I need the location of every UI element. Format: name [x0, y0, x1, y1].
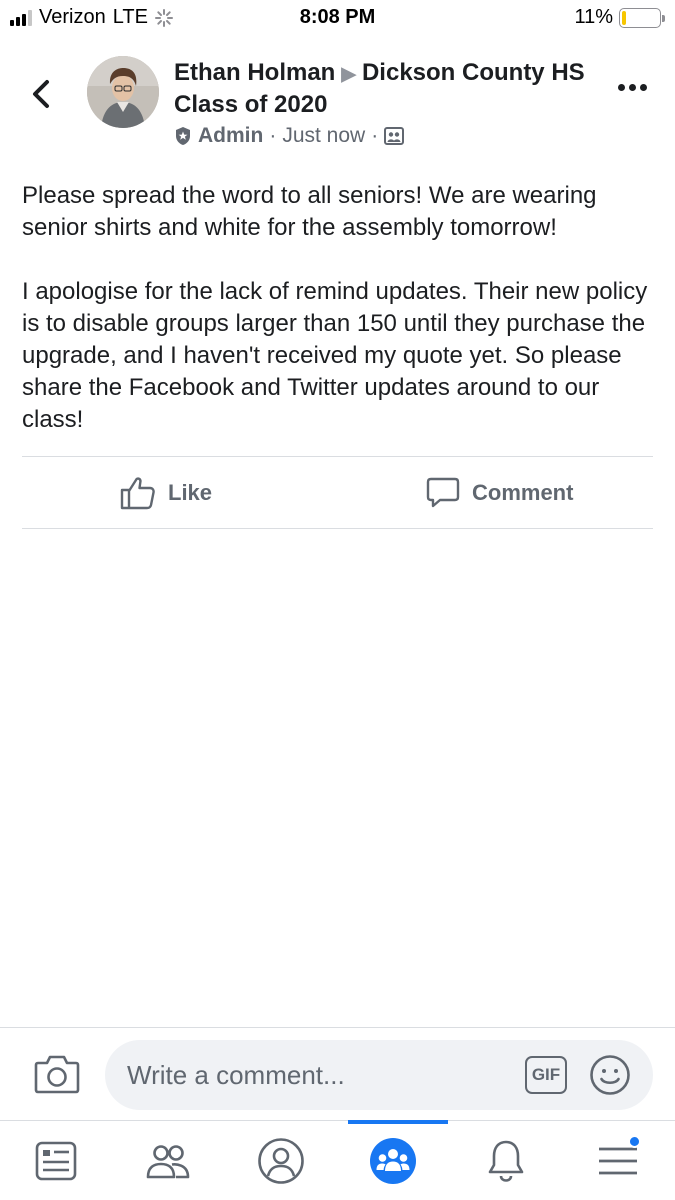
status-right: 11% — [574, 6, 665, 29]
battery-fill — [622, 10, 626, 25]
groups-icon — [370, 1138, 416, 1184]
battery-icon — [619, 7, 665, 28]
more-options-button[interactable] — [618, 84, 647, 91]
comment-placeholder: Write a comment... — [127, 1060, 345, 1090]
arrow-right-icon: ▶ — [341, 64, 356, 85]
post-meta: Admin · Just now · — [174, 124, 405, 148]
smiley-icon — [590, 1055, 630, 1095]
avatar[interactable] — [87, 56, 159, 128]
author-photo — [87, 56, 159, 128]
meta-separator-2: · — [371, 124, 379, 147]
tab-news-feed[interactable] — [11, 1121, 101, 1200]
tab-menu[interactable] — [573, 1121, 663, 1200]
battery-percent: 11% — [574, 6, 613, 28]
comment-button[interactable]: Comment — [426, 457, 573, 529]
comment-composer: Write a comment... GIF — [0, 1027, 675, 1120]
camera-button[interactable] — [34, 1054, 80, 1099]
like-button[interactable]: Like — [120, 457, 212, 529]
comment-input[interactable]: Write a comment... GIF — [105, 1040, 653, 1110]
status-bar: Verizon LTE 8:08 PM 11% — [0, 0, 675, 38]
emoji-button[interactable] — [589, 1054, 631, 1101]
group-audience-icon — [384, 127, 405, 145]
meta-separator: · — [269, 124, 277, 147]
comment-label: Comment — [472, 480, 574, 505]
friends-icon — [146, 1145, 190, 1179]
tab-bar — [0, 1120, 675, 1200]
post-body: Please spread the word to all seniors! W… — [22, 180, 652, 468]
post-paragraph: I apologise for the lack of remind updat… — [22, 278, 648, 433]
post-title: Ethan Holman ▶ Dickson County HS Class of … — [174, 58, 594, 120]
tab-profile[interactable] — [236, 1121, 326, 1200]
back-button[interactable] — [26, 76, 56, 112]
admin-badge-icon — [176, 127, 190, 145]
post-header: Ethan Holman ▶ Dickson County HS Class of … — [0, 50, 675, 160]
profile-icon — [258, 1138, 304, 1184]
tab-groups[interactable] — [348, 1120, 448, 1200]
chevron-left-icon — [33, 80, 49, 108]
menu-notification-dot — [628, 1135, 641, 1148]
tab-friends[interactable] — [123, 1121, 213, 1200]
post-actions: Like Comment — [22, 456, 653, 529]
comment-bubble-icon — [426, 477, 460, 508]
author-name[interactable]: Ethan Holman — [174, 59, 335, 86]
bell-icon — [488, 1140, 524, 1182]
post-timestamp[interactable]: Just now — [282, 124, 365, 148]
menu-icon — [599, 1147, 637, 1175]
tab-notifications[interactable] — [461, 1121, 551, 1200]
gif-button[interactable]: GIF — [525, 1056, 567, 1094]
post-paragraph: Please spread the word to all seniors! W… — [22, 182, 597, 241]
admin-label: Admin — [198, 124, 264, 147]
news-feed-icon — [35, 1141, 77, 1181]
thumbs-up-icon — [120, 477, 155, 510]
camera-icon — [34, 1055, 80, 1094]
like-label: Like — [168, 480, 213, 505]
